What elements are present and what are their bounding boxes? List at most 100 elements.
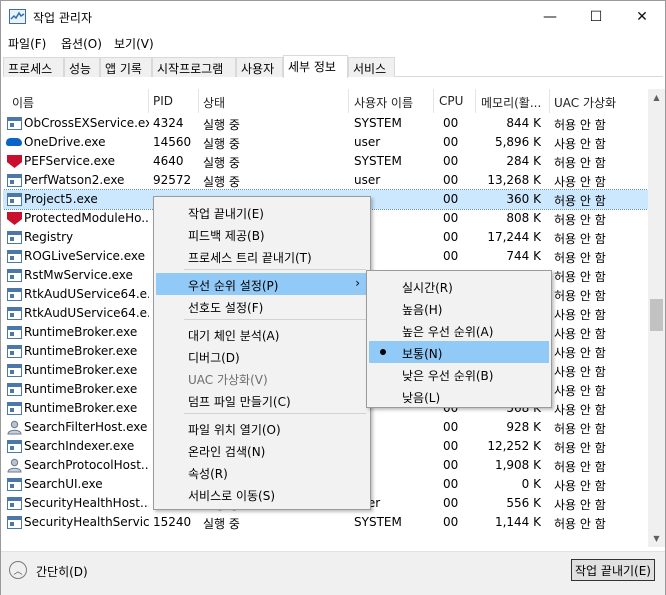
context-menu-item-end-process-tree[interactable]: 프로세스 트리 끝내기(T): [156, 245, 368, 267]
priority-option-above-normal[interactable]: 높은 우선 순위(A): [369, 319, 549, 341]
column-divider[interactable]: [475, 89, 476, 113]
priority-option-realtime[interactable]: 실시간(R): [369, 275, 549, 297]
tab-services[interactable]: 서비스: [348, 57, 395, 77]
context-menu-item-end-task[interactable]: 작업 끝내기(E): [156, 201, 368, 223]
priority-option-high[interactable]: 높음(H): [369, 297, 549, 319]
window-app-icon: [7, 193, 22, 206]
process-memory: 12,252 K: [487, 439, 541, 453]
process-memory: 284 K: [506, 154, 541, 168]
chevron-right-icon: ›: [355, 276, 360, 290]
shield-icon: [7, 155, 22, 168]
column-header-memory[interactable]: 메모리(활...: [481, 94, 541, 111]
tab-details[interactable]: 세부 정보: [283, 55, 348, 78]
chevron-up-icon[interactable]: ︿: [9, 561, 27, 579]
menu-view[interactable]: 보기(V): [114, 35, 154, 52]
process-name: Registry: [24, 230, 74, 244]
vertical-scrollbar[interactable]: ▲ ▼: [648, 89, 665, 547]
menu-item-label: 피드백 제공(B): [188, 229, 265, 243]
priority-option-normal[interactable]: 보통(N): [369, 341, 549, 363]
scroll-down-arrow-icon[interactable]: ▼: [648, 530, 665, 547]
tab-startup[interactable]: 시작프로그램: [152, 57, 236, 77]
table-row[interactable]: OneDrive.exe 14560 실행 중 user 00 5,896 K 사용 안 함: [3, 133, 648, 152]
window-app-icon: [7, 345, 22, 358]
priority-option-below-normal[interactable]: 낮은 우선 순위(B): [369, 363, 549, 385]
tab-users[interactable]: 사용자: [236, 57, 283, 77]
process-name: RuntimeBroker.exe: [24, 363, 138, 377]
column-header-pid[interactable]: PID: [153, 94, 173, 108]
process-memory: 1,908 K: [494, 458, 541, 472]
process-memory: 928 K: [506, 420, 541, 434]
scroll-up-arrow-icon[interactable]: ▲: [648, 89, 665, 106]
shield-icon: [7, 212, 22, 225]
window-app-icon: [7, 516, 22, 529]
column-header-user[interactable]: 사용자 이름: [354, 94, 413, 111]
table-row[interactable]: ObCrossEXService.exe 4324 실행 중 SYSTEM 00 844 …: [3, 114, 648, 133]
process-status: 실행 중: [203, 175, 240, 189]
process-name: RuntimeBroker.exe: [24, 344, 138, 358]
context-menu-item-debug[interactable]: 디버그(D): [156, 345, 368, 367]
column-header-name[interactable]: 이름: [12, 94, 34, 111]
priority-option-low[interactable]: 낮음(L): [369, 385, 549, 407]
table-row[interactable]: PerfWatson2.exe 92572 실행 중 user 00 13,268 K 사용…: [3, 171, 648, 190]
process-cpu: 00: [443, 420, 459, 434]
process-uac: 허용 안 함: [554, 441, 606, 455]
process-uac: 허용 안 함: [554, 422, 606, 436]
process-cpu: 00: [443, 477, 459, 491]
process-pid: 4640: [153, 154, 184, 168]
column-divider[interactable]: [549, 89, 550, 113]
process-cpu: 00: [443, 192, 459, 206]
menu-options[interactable]: 옵션(O): [61, 35, 102, 52]
column-divider[interactable]: [433, 89, 434, 113]
minimize-button[interactable]: —: [527, 1, 573, 33]
radio-dot-icon: [380, 349, 386, 355]
context-menu-item-set-affinity[interactable]: 선호도 설정(F): [156, 295, 368, 317]
column-header-uac[interactable]: UAC 가상화: [554, 94, 616, 111]
tab-performance[interactable]: 성능: [64, 57, 100, 77]
menu-file[interactable]: 파일(F): [8, 35, 46, 52]
close-button[interactable]: ✕: [619, 1, 665, 33]
table-row[interactable]: PEFService.exe 4640 실행 중 SYSTEM 00 284 K 허용 안 …: [3, 152, 648, 171]
context-menu-item-set-priority[interactable]: 우선 순위 설정(P) ›: [156, 273, 368, 295]
context-menu-item-search-online[interactable]: 온라인 검색(N): [156, 439, 368, 461]
menu-item-label: 덤프 파일 만들기(C): [188, 395, 291, 409]
table-row[interactable]: SecurityHealthServic... 15240 실행 중 SYSTEM 00…: [3, 513, 648, 532]
context-menu-item-create-dump-file[interactable]: 덤프 파일 만들기(C): [156, 389, 368, 411]
column-divider[interactable]: [148, 89, 149, 113]
process-memory: 844 K: [506, 116, 541, 130]
context-menu-item-properties[interactable]: 속성(R): [156, 461, 368, 483]
process-name: SearchProtocolHost...: [24, 458, 149, 472]
tab-app-history[interactable]: 앱 기록: [100, 57, 152, 77]
process-memory: 808 K: [506, 211, 541, 225]
maximize-button[interactable]: ☐: [573, 1, 619, 33]
context-menu: 작업 끝내기(E) 피드백 제공(B) 프로세스 트리 끝내기(T) 우선 순위 설정…: [153, 196, 371, 510]
menu-item-label: 보통(N): [402, 347, 443, 361]
tab-processes[interactable]: 프로세스: [3, 57, 64, 77]
column-divider[interactable]: [348, 89, 349, 113]
process-status: 실행 중: [203, 156, 240, 170]
process-memory: 17,244 K: [487, 230, 541, 244]
menu-separator: [184, 413, 366, 414]
process-uac: 사용 안 함: [554, 137, 606, 151]
process-uac: 허용 안 함: [554, 232, 606, 246]
context-menu-item-provide-feedback[interactable]: 피드백 제공(B): [156, 223, 368, 245]
end-task-button[interactable]: 작업 끝내기(E): [571, 559, 655, 581]
context-menu-item-analyze-wait-chain[interactable]: 대기 체인 분석(A): [156, 323, 368, 345]
column-divider[interactable]: [198, 89, 199, 113]
window-app-icon: [7, 497, 22, 510]
process-user: user: [354, 173, 381, 187]
process-uac: 허용 안 함: [554, 517, 606, 531]
fewer-details-link[interactable]: 간단히(D): [36, 563, 88, 580]
priority-submenu: 실시간(R) 높음(H) 높은 우선 순위(A) 보통(N) 낮은 우선 순위(B) 낮음…: [366, 270, 552, 408]
scroll-thumb[interactable]: [650, 299, 663, 331]
process-uac: 사용 안 함: [554, 346, 606, 360]
column-header-cpu[interactable]: CPU: [439, 94, 463, 108]
process-uac: 사용 안 함: [554, 498, 606, 512]
window-app-icon: [7, 326, 22, 339]
column-header-status[interactable]: 상태: [203, 94, 225, 111]
window-app-icon: [7, 288, 22, 301]
context-menu-item-open-file-location[interactable]: 파일 위치 열기(O): [156, 417, 368, 439]
window-app-icon: [7, 364, 22, 377]
title-bar[interactable]: 작업 관리자 — ☐ ✕: [1, 1, 665, 33]
context-menu-item-go-to-services[interactable]: 서비스로 이동(S): [156, 483, 368, 505]
window-app-icon: [7, 174, 22, 187]
